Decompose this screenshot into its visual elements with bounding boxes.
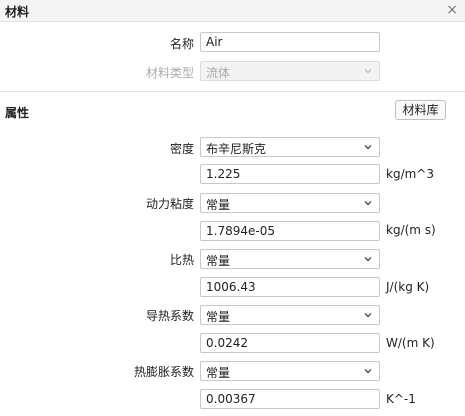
viscosity-method-value: 常量 <box>206 198 231 212</box>
chevron-down-icon <box>364 145 372 150</box>
chevron-down-icon <box>364 69 372 74</box>
density-method-select[interactable]: 布辛尼斯克 <box>200 137 380 157</box>
name-label: 名称 <box>169 37 194 51</box>
conductivity-unit: W/(m K) <box>386 336 435 350</box>
specific-heat-unit: J/(kg K) <box>386 280 430 294</box>
chevron-down-icon <box>364 257 372 262</box>
conductivity-method-value: 常量 <box>206 310 231 324</box>
expansion-method-value: 常量 <box>206 366 231 380</box>
material-type-value: 流体 <box>206 66 231 80</box>
material-type-label: 材料类型 <box>145 66 194 80</box>
properties-section: 属性 材料库 密度 布辛尼斯克 kg/m^3 动力粘度 常量 kg/(m s) … <box>0 93 465 416</box>
viscosity-label: 动力粘度 <box>145 197 194 211</box>
specific-heat-label: 比热 <box>169 253 194 267</box>
close-icon[interactable]: × <box>446 2 458 18</box>
viscosity-method-select[interactable]: 常量 <box>200 193 380 213</box>
density-method-value: 布辛尼斯克 <box>206 142 267 156</box>
density-label: 密度 <box>169 142 194 156</box>
conductivity-value-input[interactable] <box>200 333 380 353</box>
chevron-down-icon <box>364 369 372 374</box>
chevron-down-icon <box>364 313 372 318</box>
density-unit: kg/m^3 <box>386 167 434 181</box>
material-type-select: 流体 <box>200 61 380 81</box>
specific-heat-value-input[interactable] <box>200 277 380 297</box>
viscosity-unit: kg/(m s) <box>386 223 436 237</box>
expansion-label: 热膨胀系数 <box>133 365 194 379</box>
name-input[interactable] <box>200 32 380 52</box>
basic-section: 名称 材料类型 流体 <box>0 22 465 92</box>
dialog-titlebar: 材料 × <box>0 0 465 22</box>
expansion-value-input[interactable] <box>200 389 380 409</box>
dialog-title: 材料 <box>5 5 30 19</box>
expansion-method-select[interactable]: 常量 <box>200 361 380 381</box>
properties-title: 属性 <box>5 106 30 120</box>
chevron-down-icon <box>364 201 372 206</box>
expansion-unit: K^-1 <box>386 392 416 406</box>
viscosity-value-input[interactable] <box>200 221 380 241</box>
specific-heat-method-value: 常量 <box>206 254 231 268</box>
conductivity-method-select[interactable]: 常量 <box>200 305 380 325</box>
material-library-button[interactable]: 材料库 <box>395 100 446 120</box>
conductivity-label: 导热系数 <box>145 309 194 323</box>
density-value-input[interactable] <box>200 164 380 184</box>
specific-heat-method-select[interactable]: 常量 <box>200 249 380 269</box>
